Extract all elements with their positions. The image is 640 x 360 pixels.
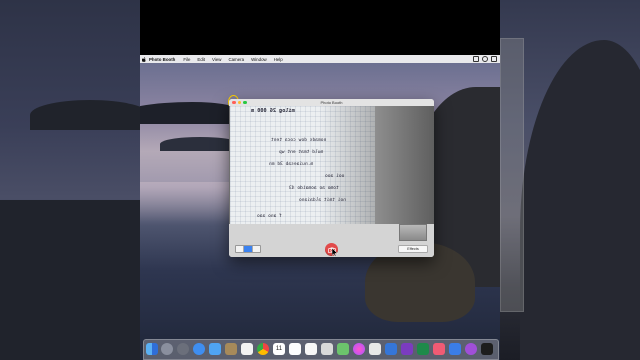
appstore-icon[interactable] bbox=[465, 343, 477, 355]
notes-icon[interactable] bbox=[241, 343, 253, 355]
water-shape bbox=[0, 200, 140, 360]
window-title: Photo Booth bbox=[320, 100, 343, 106]
handwriting-line: nomads dow coca tent bbox=[271, 138, 327, 143]
excel-icon[interactable] bbox=[401, 343, 413, 355]
blurred-backdrop-right bbox=[500, 0, 640, 360]
spotlight-icon[interactable] bbox=[482, 56, 488, 62]
notebook-edge bbox=[375, 106, 434, 224]
menu-view[interactable]: View bbox=[212, 57, 221, 62]
facetime-icon[interactable] bbox=[369, 343, 381, 355]
menu-edit[interactable]: Edit bbox=[197, 57, 205, 62]
menu-help[interactable]: Help bbox=[274, 57, 283, 62]
camera-preview: milog 26 000 m nomads dow coca tent muld… bbox=[229, 106, 434, 224]
photos-icon[interactable] bbox=[225, 343, 237, 355]
handwriting-line: milog 26 000 m bbox=[251, 108, 295, 114]
mouse-cursor-icon bbox=[332, 248, 338, 257]
mail-icon[interactable] bbox=[209, 343, 221, 355]
finder-icon[interactable] bbox=[146, 343, 158, 355]
podcasts-icon[interactable] bbox=[433, 343, 445, 355]
island-shape bbox=[160, 137, 240, 151]
top-letterbox bbox=[140, 0, 500, 55]
photo-booth-window: Photo Booth milog 26 000 m nomads dow co… bbox=[229, 99, 434, 257]
handwriting-line: noi tmit aldaiano bbox=[299, 198, 347, 203]
effects-button[interactable]: Effects bbox=[398, 245, 428, 253]
blurred-window bbox=[500, 38, 524, 312]
handwriting-line: ooi aoo bbox=[325, 174, 345, 179]
menu-bar: Photo Booth File Edit View Camera Window… bbox=[140, 55, 500, 63]
maps-icon[interactable] bbox=[337, 343, 349, 355]
page-shadow bbox=[319, 106, 379, 224]
mac-screen: Photo Booth File Edit View Camera Window… bbox=[140, 0, 500, 360]
handwriting-line: muld tmat ent wp bbox=[279, 150, 324, 155]
apple-icon[interactable] bbox=[142, 56, 146, 62]
messages-icon[interactable] bbox=[353, 343, 365, 355]
mountain-shape bbox=[520, 40, 640, 360]
menu-camera[interactable]: Camera bbox=[228, 57, 244, 62]
handwriting-line: tomo ao aomaido 43 bbox=[289, 186, 339, 191]
handwriting-line: f ano aao bbox=[257, 214, 282, 219]
music-icon[interactable] bbox=[417, 343, 429, 355]
menu-window[interactable]: Window bbox=[251, 57, 267, 62]
handwriting-line: m.nuiaesab 3d mn bbox=[269, 162, 314, 167]
mode-segmented-control bbox=[235, 245, 261, 253]
system-preferences-icon[interactable] bbox=[481, 343, 493, 355]
calendar-icon[interactable]: 11 bbox=[273, 343, 285, 355]
control-center-icon[interactable] bbox=[491, 56, 497, 62]
dock: 11 bbox=[143, 339, 499, 360]
menu-file[interactable]: File bbox=[183, 57, 190, 62]
mountain-shape bbox=[30, 100, 140, 130]
mode-single-photo-button[interactable] bbox=[244, 246, 253, 252]
blurred-backdrop-left bbox=[0, 0, 140, 360]
mode-video-button[interactable] bbox=[253, 246, 260, 252]
onenote-icon[interactable] bbox=[385, 343, 397, 355]
menu-app-name[interactable]: Photo Booth bbox=[149, 57, 175, 62]
preview-icon[interactable] bbox=[321, 343, 333, 355]
appletv-icon[interactable] bbox=[449, 343, 461, 355]
reminders-icon[interactable] bbox=[305, 343, 317, 355]
safari-icon[interactable] bbox=[193, 343, 205, 355]
mode-four-up-button[interactable] bbox=[236, 246, 245, 252]
rocket-icon[interactable] bbox=[177, 343, 189, 355]
launchpad-icon[interactable] bbox=[161, 343, 173, 355]
chrome-icon[interactable] bbox=[257, 343, 269, 355]
keynote-icon[interactable] bbox=[289, 343, 301, 355]
photo-thumbnail[interactable] bbox=[399, 224, 427, 241]
wifi-icon[interactable] bbox=[473, 56, 479, 62]
island-shape bbox=[140, 102, 240, 124]
menubar-status-icons bbox=[473, 56, 497, 62]
